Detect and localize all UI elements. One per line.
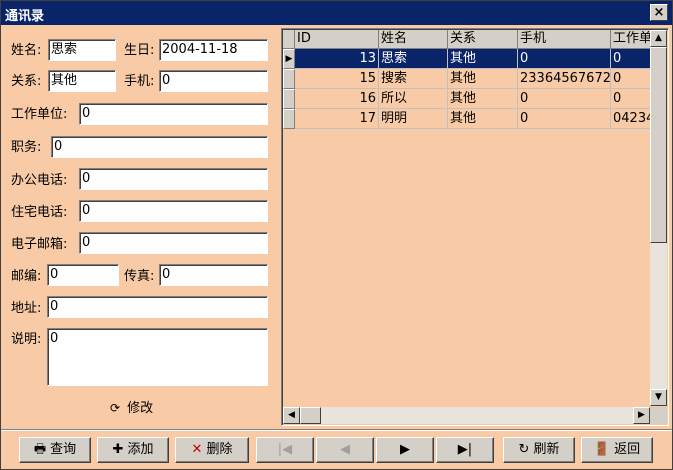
last-record-button[interactable]: ▶| [436, 437, 494, 463]
column-header-work[interactable]: 工作单 [611, 30, 651, 49]
home-phone-field[interactable]: 0 [79, 200, 268, 222]
table-cell-id[interactable]: 13 [295, 49, 379, 69]
row-indicator[interactable] [283, 109, 295, 129]
relation-field[interactable]: 其他 [48, 70, 116, 92]
name-field[interactable]: 思索 [48, 39, 116, 61]
table-cell-id[interactable]: 16 [295, 89, 379, 109]
delete-x-icon: ✕ [191, 442, 203, 457]
last-record-icon: ▶| [457, 442, 473, 457]
scrollbar-corner [650, 407, 667, 424]
table-cell-relation[interactable]: 其他 [448, 49, 518, 69]
table-cell-name[interactable]: 搜索 [379, 69, 448, 89]
email-field[interactable]: 0 [79, 232, 268, 254]
table-cell-mobile[interactable]: 0 [518, 49, 611, 69]
grid-corner-header [283, 30, 295, 49]
modify-button[interactable]: ⟳ 修改 [107, 397, 153, 416]
table-cell-relation[interactable]: 其他 [448, 89, 518, 109]
column-header-name[interactable]: 姓名 [379, 30, 448, 49]
back-button-label: 返回 [614, 442, 641, 457]
fax-field[interactable]: 0 [159, 264, 268, 286]
birthday-label: 生日: [124, 43, 155, 58]
column-header-id[interactable]: ID [295, 30, 379, 49]
office-phone-field[interactable]: 0 [79, 168, 268, 190]
contacts-grid[interactable]: ID 姓名 关系 手机 工作单 ▶ 13 思索 其他 0 0 15 搜索 其他 … [281, 28, 669, 426]
back-button[interactable]: 🚪 返回 [581, 437, 653, 463]
previous-record-button[interactable]: ◀ [316, 437, 374, 463]
table-cell-mobile[interactable]: 23364567672 [518, 69, 611, 89]
postcode-label: 邮编: [11, 269, 42, 284]
refresh-arrows-icon: ⟳ [109, 401, 121, 415]
scroll-up-arrow-icon[interactable]: ▲ [650, 30, 667, 47]
query-button-label: 查询 [50, 442, 77, 457]
add-button-label: 添加 [127, 442, 154, 457]
table-cell-mobile[interactable]: 0 [518, 89, 611, 109]
address-field[interactable]: 0 [47, 296, 268, 318]
table-cell-work[interactable]: 0 [611, 69, 651, 89]
title-bar[interactable]: 通讯录 × [1, 1, 672, 25]
scroll-left-arrow-icon[interactable]: ◀ [283, 407, 300, 424]
table-cell-mobile[interactable]: 0 [518, 109, 611, 129]
work-unit-field[interactable]: 0 [79, 103, 268, 125]
row-indicator-current[interactable]: ▶ [283, 49, 295, 69]
table-cell-id[interactable]: 17 [295, 109, 379, 129]
mobile-field[interactable]: 0 [159, 70, 268, 92]
delete-button-label: 删除 [206, 442, 233, 457]
office-phone-label: 办公电话: [11, 173, 68, 188]
column-header-relation[interactable]: 关系 [448, 30, 518, 49]
bottom-separator [1, 429, 672, 431]
table-cell-name[interactable]: 所以 [379, 89, 448, 109]
work-unit-label: 工作单位: [11, 107, 68, 122]
scroll-right-arrow-icon[interactable]: ▶ [633, 407, 650, 424]
query-printer-icon: 🖶 [33, 442, 47, 457]
home-phone-label: 住宅电话: [11, 205, 68, 220]
first-record-icon: |◀ [277, 442, 293, 457]
exit-door-icon: 🚪 [593, 442, 611, 457]
window-title: 通讯录 [5, 9, 45, 24]
table-cell-relation[interactable]: 其他 [448, 109, 518, 129]
horizontal-scroll-thumb[interactable] [300, 407, 321, 424]
position-label: 职务: [11, 140, 42, 155]
table-cell-work[interactable]: 0 [611, 49, 651, 69]
first-record-button[interactable]: |◀ [256, 437, 314, 463]
refresh-icon: ↻ [518, 442, 530, 457]
add-button[interactable]: ✚ 添加 [97, 437, 169, 463]
table-cell-id[interactable]: 15 [295, 69, 379, 89]
fax-label: 传真: [124, 269, 155, 284]
name-label: 姓名: [11, 43, 42, 58]
vertical-scrollbar[interactable]: ▲ ▼ [650, 30, 667, 406]
scroll-down-arrow-icon[interactable]: ▼ [650, 389, 667, 406]
modify-label: 修改 [127, 401, 154, 416]
plus-icon: ✚ [112, 442, 124, 457]
column-header-mobile[interactable]: 手机 [518, 30, 611, 49]
notes-textarea[interactable]: 0 [47, 328, 268, 386]
close-button[interactable]: × [650, 4, 668, 21]
table-cell-name[interactable]: 思索 [379, 49, 448, 69]
horizontal-scrollbar[interactable]: ◀ ▶ [283, 407, 650, 424]
table-cell-work[interactable]: 0 [611, 89, 651, 109]
row-indicator[interactable] [283, 89, 295, 109]
table-cell-work[interactable]: 04234 [611, 109, 651, 129]
postcode-field[interactable]: 0 [47, 264, 119, 286]
refresh-button-label: 刷新 [533, 442, 560, 457]
vertical-scroll-thumb[interactable] [650, 47, 667, 243]
address-label: 地址: [11, 301, 42, 316]
delete-button[interactable]: ✕ 删除 [175, 437, 249, 463]
next-record-icon: ▶ [400, 442, 410, 457]
previous-record-icon: ◀ [340, 442, 350, 457]
table-cell-relation[interactable]: 其他 [448, 69, 518, 89]
next-record-button[interactable]: ▶ [376, 437, 434, 463]
table-cell-name[interactable]: 明明 [379, 109, 448, 129]
query-button[interactable]: 🖶 查询 [19, 437, 91, 463]
refresh-button[interactable]: ↻ 刷新 [503, 437, 575, 463]
row-indicator[interactable] [283, 69, 295, 89]
address-book-window: 通讯录 × 姓名: 思索 生日: 2004-11-18 关系: 其他 手机: 0… [0, 0, 673, 470]
notes-label: 说明: [11, 332, 42, 347]
relation-label: 关系: [11, 74, 42, 89]
mobile-label: 手机: [124, 74, 155, 89]
birthday-field[interactable]: 2004-11-18 [159, 39, 268, 61]
email-label: 电子邮箱: [11, 237, 68, 252]
position-field[interactable]: 0 [51, 136, 268, 158]
